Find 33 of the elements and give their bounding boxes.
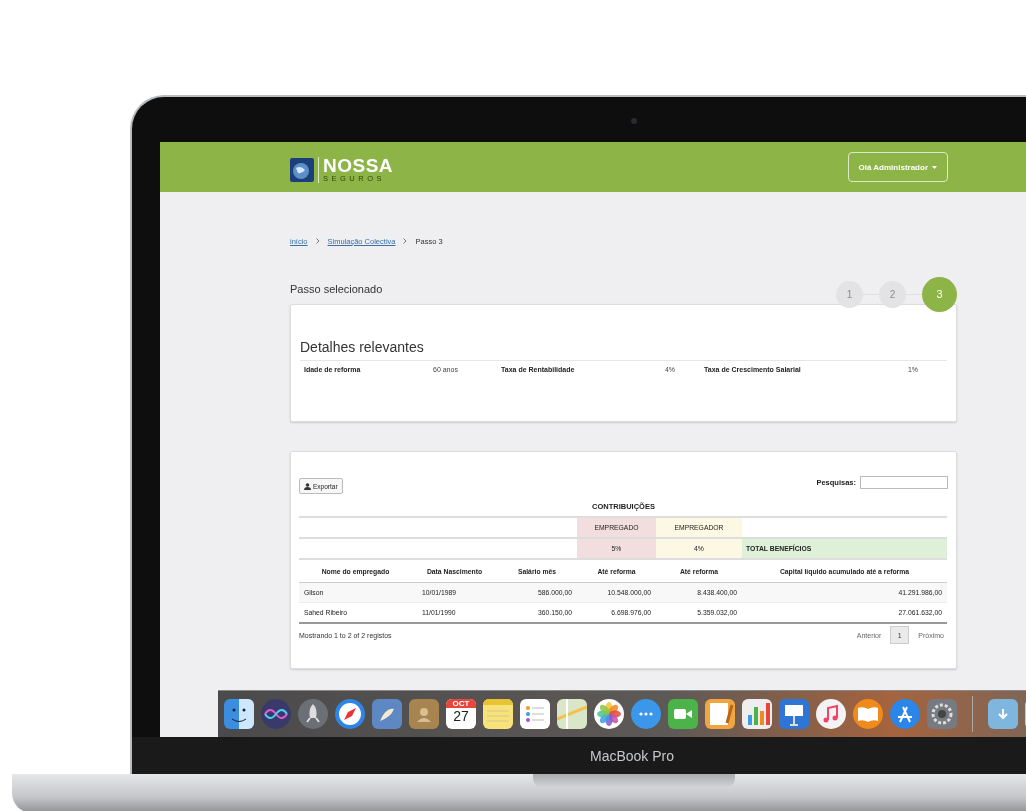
search-field[interactable] [860,475,948,489]
flower-icon[interactable] [594,699,624,729]
step-heading: Passo selecionado [290,283,383,295]
caret-icon [932,165,937,169]
folder-icon[interactable] [988,699,1018,729]
map-icon[interactable] [557,699,587,729]
open-book-icon[interactable] [853,699,883,729]
video-camera-icon[interactable] [668,699,698,729]
calendar-icon[interactable]: OCT 27 [446,699,476,729]
chevron-icon [403,238,408,244]
rocket-icon[interactable] [298,699,328,729]
camera-icon [631,118,637,124]
person-icon [304,482,311,490]
podium-icon[interactable] [779,699,809,729]
notepad-icon[interactable] [483,699,513,729]
app-store-icon[interactable] [890,699,920,729]
checklist-icon[interactable] [520,699,550,729]
step-circle[interactable]: 1 [836,280,863,308]
gear-icon[interactable] [927,699,957,729]
logo-name: NOSSA [323,157,394,175]
bar-chart-icon[interactable] [742,699,772,729]
laptop-model-label: MacBook Pro [590,747,675,764]
compass-icon[interactable] [335,699,365,729]
globe-logo-icon [290,158,314,182]
music-note-icon[interactable] [816,699,846,729]
orb-icon[interactable] [261,699,291,729]
details-title: Detalhes relevantes [300,339,947,361]
pen-document-icon[interactable] [705,699,735,729]
speech-bubble-icon[interactable] [631,699,661,729]
address-book-icon[interactable] [409,699,439,729]
face-icon[interactable] [224,699,254,729]
chevron-icon [315,238,320,244]
step-circle[interactable]: 2 [879,280,906,308]
